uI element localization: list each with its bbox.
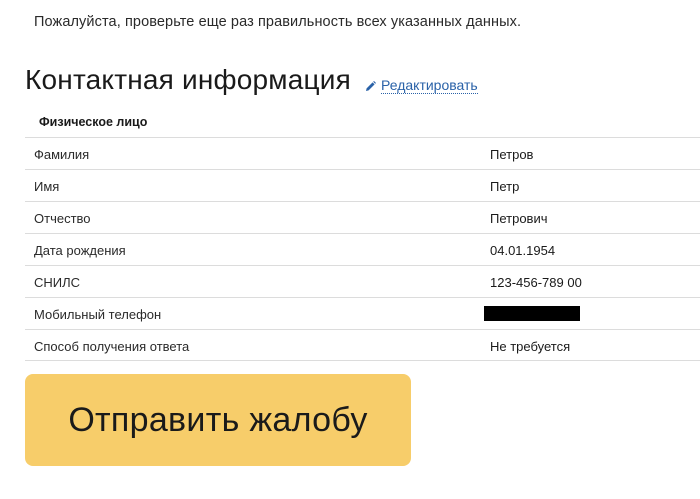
table-row-response-method: Способ получения ответа Не требуется	[25, 329, 700, 361]
table-row-birth-date: Дата рождения 04.01.1954	[25, 233, 700, 265]
contact-section-title: Контактная информация	[25, 64, 351, 95]
row-label: Способ получения ответа	[34, 339, 190, 354]
table-row-last-name: Фамилия Петров	[25, 137, 700, 169]
pencil-icon	[366, 80, 376, 91]
row-label: Дата рождения	[34, 243, 126, 258]
edit-contact-label: Редактировать	[381, 77, 478, 94]
row-value: Петров	[490, 147, 534, 162]
row-label: Имя	[34, 179, 60, 194]
row-value: Петр	[490, 179, 520, 194]
row-value: 04.01.1954	[490, 243, 556, 258]
submit-complaint-button[interactable]: Отправить жалобу	[25, 374, 411, 466]
row-value: Петрович	[490, 211, 548, 226]
row-label: Фамилия	[34, 147, 90, 162]
table-row-mobile-phone: Мобильный телефон	[25, 297, 700, 329]
redacted-phone-value	[484, 306, 580, 321]
row-label: Мобильный телефон	[34, 307, 162, 322]
person-type-heading: Физическое лицо	[39, 115, 148, 129]
table-row-first-name: Имя Петр	[25, 169, 700, 201]
row-value: 123-456-789 00	[490, 275, 582, 290]
row-label: СНИЛС	[34, 275, 81, 290]
complaint-review-page: Пожалуйста, проверьте еще раз правильнос…	[0, 0, 700, 499]
table-row-snils: СНИЛС 123-456-789 00	[25, 265, 700, 297]
verification-notice: Пожалуйста, проверьте еще раз правильнос…	[34, 14, 522, 30]
contact-details-table: Фамилия Петров Имя Петр Отчество Петрови…	[25, 137, 700, 361]
edit-contact-link[interactable]: Редактировать	[364, 78, 478, 94]
row-label: Отчество	[34, 211, 91, 226]
row-value: Не требуется	[490, 339, 571, 354]
table-row-patronymic: Отчество Петрович	[25, 201, 700, 233]
